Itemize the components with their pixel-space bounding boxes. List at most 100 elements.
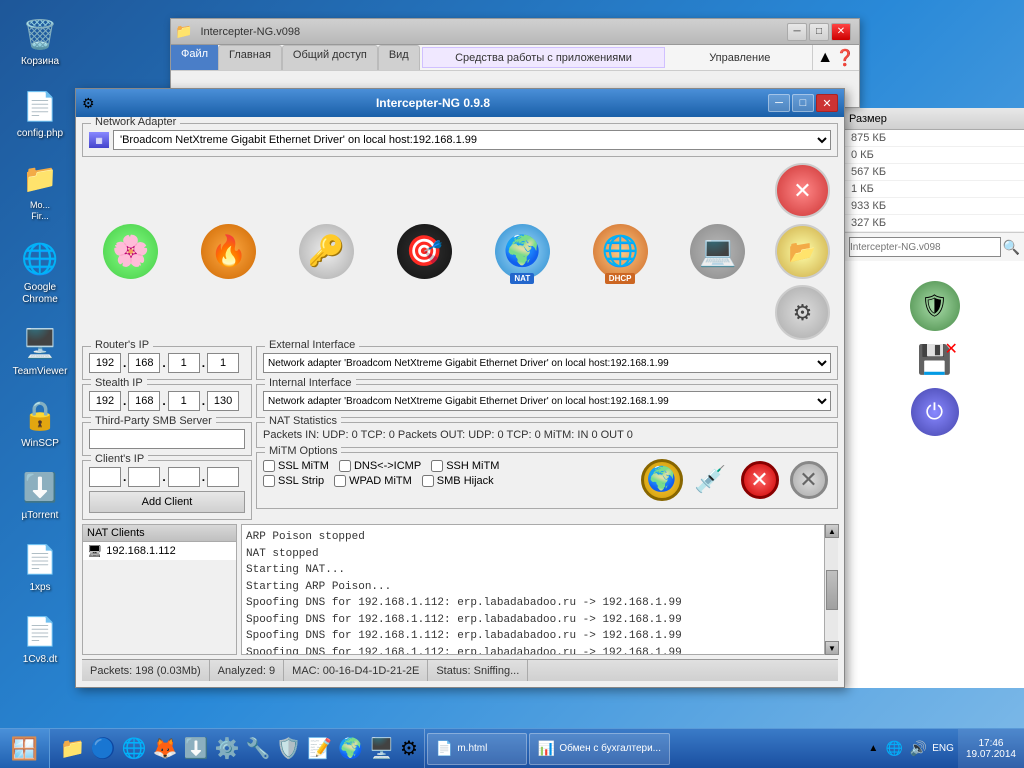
taskbar-clock[interactable]: 17:46 19.07.2014	[958, 729, 1024, 768]
ribbon-tab-home[interactable]: Главная	[218, 45, 282, 70]
ssh-mitm-item[interactable]: SSH MiTM	[431, 460, 499, 472]
router-ip-octet1[interactable]	[89, 353, 121, 373]
taskbar-explorer-icon[interactable]: 📁	[58, 736, 87, 761]
smb-hijack-checkbox[interactable]	[422, 475, 434, 487]
file-list-item[interactable]: 0 КБ	[845, 147, 1024, 164]
side-save-icon[interactable]: 💾 ✕	[917, 343, 952, 376]
tray-volume-icon[interactable]: 🔊	[908, 739, 928, 759]
folder-btn[interactable]: 📂	[775, 224, 830, 279]
taskbar-firefox-icon[interactable]: 🦊	[151, 736, 180, 761]
taskbar-ie-icon[interactable]: 🔵	[89, 736, 118, 761]
scroll-down-btn[interactable]: ▼	[825, 641, 839, 655]
icq-mode-icon[interactable]: 🌸	[98, 219, 163, 284]
stop-btn[interactable]: ✕	[775, 163, 830, 218]
smb-hijack-item[interactable]: SMB Hijack	[422, 475, 494, 487]
scan-mode-icon[interactable]: 🎯	[392, 219, 457, 284]
file-list-item[interactable]: 327 КБ	[845, 215, 1024, 232]
wpad-mitm-item[interactable]: WPAD MiTM	[334, 475, 412, 487]
settings-btn[interactable]: ⚙	[775, 285, 830, 340]
log-area[interactable]: ARP Poison stopped NAT stopped Starting …	[241, 524, 838, 655]
smb-server-input[interactable]	[89, 429, 245, 449]
intercepter-minimize-btn[interactable]: ─	[768, 94, 790, 112]
ssl-strip-checkbox[interactable]	[263, 475, 275, 487]
router-ip-octet2[interactable]	[128, 353, 160, 373]
globe-action-icon[interactable]: 🌍	[639, 457, 684, 502]
ssl-mitm-checkbox[interactable]	[263, 460, 275, 472]
stealth-ip-octet1[interactable]	[89, 391, 121, 411]
dns-icmp-item[interactable]: DNS<->ICMP	[339, 460, 421, 472]
network-mode-icon[interactable]: 💻	[685, 219, 750, 284]
intercepter-maximize-btn[interactable]: □	[792, 94, 814, 112]
tray-network-icon[interactable]: 🌐	[884, 739, 904, 759]
nat-mode-icon[interactable]: 🌍 NAT	[490, 219, 555, 284]
explorer-minimize-btn[interactable]: ─	[787, 23, 807, 41]
dhcp-mode-icon[interactable]: 🌐 DHCP	[588, 219, 653, 284]
stop-action-icon[interactable]: ✕	[737, 457, 782, 502]
add-client-button[interactable]: Add Client	[89, 491, 245, 513]
log-scrollbar[interactable]: ▲ ▼	[824, 524, 838, 655]
explorer-maximize-btn[interactable]: □	[809, 23, 829, 41]
desktop-icon-teamviewer[interactable]: 🖥️ TeamViewer	[4, 320, 76, 382]
taskbar-window-accounting[interactable]: 📊 Обмен с бухгалтери...	[529, 733, 670, 765]
taskbar-control-icon[interactable]: ⚙️	[213, 736, 242, 761]
keys-mode-icon[interactable]: 🔑	[294, 219, 359, 284]
desktop-icon-recycle[interactable]: 🗑️ Корзина	[4, 10, 76, 72]
wpad-mitm-checkbox[interactable]	[334, 475, 346, 487]
file-list-item[interactable]: 567 КБ	[845, 164, 1024, 181]
stealth-ip-octet4[interactable]	[207, 391, 239, 411]
cancel-action-icon[interactable]: ✕	[786, 457, 831, 502]
taskbar-teamviewer-icon[interactable]: 🖥️	[367, 736, 396, 761]
taskbar-utorrent-icon[interactable]: ⬇️	[182, 736, 211, 761]
file-list-item[interactable]: 1 КБ	[845, 181, 1024, 198]
desktop-icon-1xps[interactable]: 📄 1xps	[4, 536, 76, 598]
phoenix-mode-icon[interactable]: 🔥	[196, 219, 261, 284]
adapter-select[interactable]: 'Broadcom NetXtreme Gigabit Ethernet Dri…	[113, 130, 831, 150]
client-ip-octet3[interactable]	[168, 467, 200, 487]
client-ip-octet1[interactable]	[89, 467, 121, 487]
taskbar-window-mhtml[interactable]: 📄 m.html	[427, 733, 527, 765]
ribbon-tab-view[interactable]: Вид	[378, 45, 420, 70]
search-input[interactable]	[849, 237, 1001, 257]
ribbon-tab-share[interactable]: Общий доступ	[282, 45, 378, 70]
desktop-icon-chrome[interactable]: 🌐 Google Chrome	[4, 236, 76, 310]
desktop-icon-winscp[interactable]: 🔒 WinSCP	[4, 392, 76, 454]
client-ip-octet4[interactable]	[207, 467, 239, 487]
taskbar-shield-icon[interactable]: 🛡️	[274, 736, 303, 761]
ribbon-tab-file[interactable]: Файл	[171, 45, 218, 70]
tray-lang-icon[interactable]: ENG	[932, 743, 954, 754]
file-list-item[interactable]: 875 КБ	[845, 130, 1024, 147]
ssl-strip-item[interactable]: SSL Strip	[263, 475, 324, 487]
scroll-thumb[interactable]	[826, 570, 838, 610]
tray-expand-btn[interactable]: ▲	[866, 743, 880, 754]
taskbar-settings-icon[interactable]: ⚙	[398, 736, 420, 761]
search-icon[interactable]: 🔍	[1003, 239, 1020, 256]
desktop-icon-folder[interactable]: 📁 Мо...Fir...	[4, 154, 76, 226]
desktop-icon-config[interactable]: 📄 config.php	[4, 82, 76, 144]
desktop-icon-1cv8[interactable]: 📄 1Cv8.dt	[4, 608, 76, 670]
stealth-ip-octet2[interactable]	[128, 391, 160, 411]
scroll-up-btn[interactable]: ▲	[825, 524, 839, 538]
explorer-close-btn[interactable]: ✕	[831, 23, 851, 41]
up-arrow-icon[interactable]: ▲	[817, 49, 833, 67]
ssh-mitm-checkbox[interactable]	[431, 460, 443, 472]
router-ip-octet4[interactable]	[207, 353, 239, 373]
taskbar-network-icon[interactable]: 🌍	[336, 736, 365, 761]
ssl-mitm-item[interactable]: SSL MiTM	[263, 460, 329, 472]
taskbar-word-icon[interactable]: 📝	[305, 736, 334, 761]
internal-interface-select[interactable]: Network adapter 'Broadcom NetXtreme Giga…	[263, 391, 831, 411]
desktop-icon-utorrent[interactable]: ⬇️ µTorrent	[4, 464, 76, 526]
power-icon[interactable]: ⏻	[911, 388, 959, 436]
client-ip-octet2[interactable]	[128, 467, 160, 487]
file-list-item[interactable]: 933 КБ	[845, 198, 1024, 215]
router-ip-octet3[interactable]	[168, 353, 200, 373]
dns-icmp-checkbox[interactable]	[339, 460, 351, 472]
taskbar-gear-icon[interactable]: 🔧	[243, 736, 272, 761]
nat-client-item[interactable]: 🖥 192.168.1.112	[83, 542, 236, 560]
side-shield-icon[interactable]: 🛡	[910, 281, 960, 331]
syringe-action-icon[interactable]: 💉	[688, 457, 733, 502]
taskbar-chrome-icon[interactable]: 🌐	[120, 736, 149, 761]
external-interface-select[interactable]: Network adapter 'Broadcom NetXtreme Giga…	[263, 353, 831, 373]
start-button[interactable]: 🪟	[0, 729, 50, 768]
stealth-ip-octet3[interactable]	[168, 391, 200, 411]
intercepter-close-btn[interactable]: ✕	[816, 94, 838, 112]
